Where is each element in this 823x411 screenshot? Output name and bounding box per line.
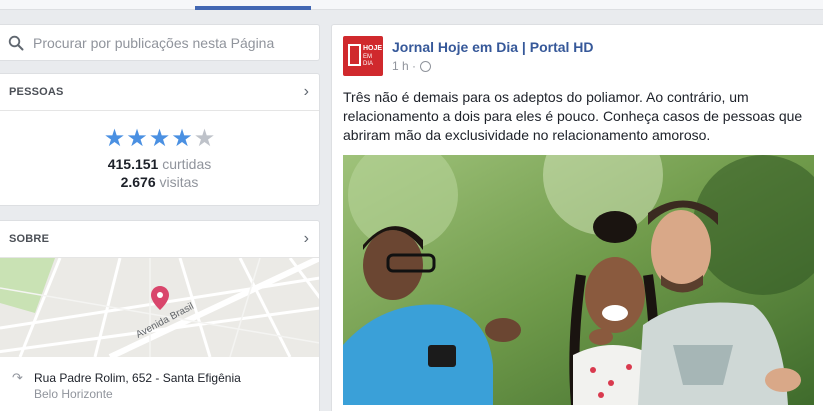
logo-text-1: HOJE (363, 45, 383, 52)
likes-stat: 415.151 curtidas (0, 155, 319, 173)
address-row[interactable]: ↷ Rua Padre Rolim, 652 - Santa Efigênia … (0, 357, 319, 402)
visits-label: visitas (159, 174, 199, 190)
star-icon: ★ (171, 125, 193, 152)
post-meta: 1 h · (392, 59, 432, 73)
likes-label: curtidas (162, 156, 212, 172)
globe-icon (420, 60, 432, 72)
location-map[interactable]: Avenida Brasil (0, 258, 319, 357)
search-icon (8, 35, 24, 50)
about-card-header[interactable]: SOBRE › (0, 221, 319, 258)
address-line-2: Belo Horizonte (34, 387, 113, 401)
page-tab-bar (0, 0, 823, 10)
directions-icon: ↷ (12, 370, 23, 385)
post-time[interactable]: 1 h · (392, 59, 416, 73)
page-post-search (0, 24, 320, 61)
people-card-title: PESSOAS (9, 86, 64, 98)
search-input[interactable] (33, 34, 313, 51)
visits-stat: 2.676 visitas (0, 173, 319, 191)
active-tab-indicator[interactable] (195, 6, 311, 10)
star-icon: ★ (126, 125, 148, 152)
people-card: PESSOAS › ★ ★ ★ ★ ★ 415.151 curtidas 2.676 v… (0, 73, 320, 206)
people-card-header[interactable]: PESSOAS › (0, 74, 319, 111)
about-card: SOBRE › Avenida Brasil ↷ Rua Padre Rolim… (0, 220, 320, 411)
post-photo[interactable] (343, 155, 814, 405)
visits-count: 2.676 (120, 174, 156, 190)
feed-post: HOJE EM DIA Jornal Hoje em Dia | Portal … (331, 24, 823, 411)
chevron-right-icon[interactable]: › (304, 231, 309, 247)
address-line-1: Rua Padre Rolim, 652 - Santa Efigênia (34, 371, 241, 385)
logo-text-2: EM DIA (363, 54, 374, 67)
about-card-title: SOBRE (9, 233, 50, 245)
star-icon: ★ (103, 125, 126, 152)
rating-stars: ★ ★ ★ ★ ★ (0, 127, 319, 151)
logo-mark-icon (348, 44, 361, 66)
star-icon: ★ (193, 125, 216, 152)
chevron-right-icon[interactable]: › (304, 84, 309, 100)
page-logo[interactable]: HOJE EM DIA (343, 36, 383, 76)
likes-count: 415.151 (107, 156, 159, 172)
post-page-name[interactable]: Jornal Hoje em Dia | Portal HD (392, 39, 594, 55)
star-icon: ★ (148, 125, 171, 152)
post-text: Três não é demais para os adeptos do pol… (343, 89, 803, 143)
